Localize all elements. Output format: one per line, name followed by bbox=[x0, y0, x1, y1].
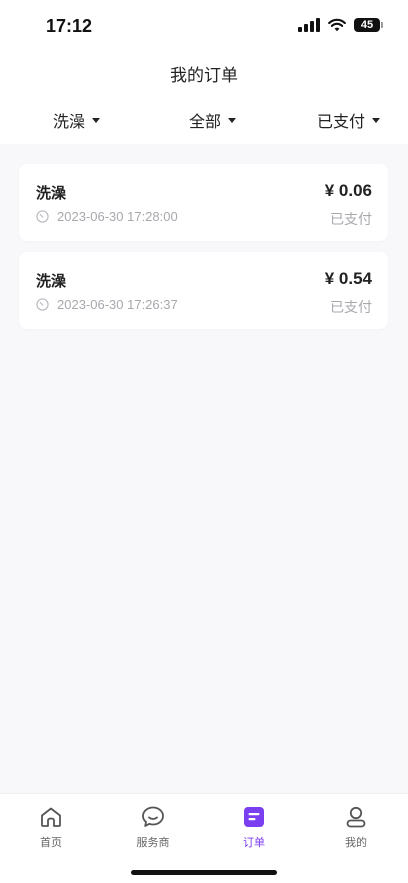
status-time: 17:12 bbox=[46, 16, 93, 36]
order-title: 洗澡 bbox=[36, 272, 67, 290]
status-bar: 17:12 45 bbox=[0, 0, 408, 50]
order-time: 2023-06-30 17:28:00 bbox=[36, 209, 178, 224]
clock-icon bbox=[36, 210, 49, 223]
order-card[interactable]: 洗澡 ¥ 0.06 2023-06-30 17:28:00 已支付 bbox=[19, 164, 388, 241]
tab-label: 服务商 bbox=[136, 836, 170, 849]
caret-down-icon bbox=[92, 117, 101, 123]
order-card[interactable]: 洗澡 ¥ 0.54 2023-06-30 17:26:37 已支付 bbox=[19, 252, 388, 329]
filter-label: 全部 bbox=[189, 112, 222, 131]
tab-service-provider[interactable]: 服务商 bbox=[118, 804, 188, 850]
chat-bubble-icon bbox=[142, 806, 164, 827]
tab-bar: 首页 服务商 订单 我的 bbox=[0, 793, 408, 883]
home-icon bbox=[41, 807, 61, 827]
clock-icon bbox=[36, 298, 49, 311]
tab-orders[interactable]: 订单 bbox=[219, 804, 289, 850]
filter-category-dropdown[interactable]: 全部 bbox=[189, 108, 237, 132]
tab-home[interactable]: 首页 bbox=[16, 804, 86, 850]
status-icons: 45 bbox=[298, 18, 383, 32]
caret-down-icon bbox=[372, 117, 381, 123]
order-time-text: 2023-06-30 17:28:00 bbox=[57, 209, 178, 224]
order-list: 洗澡 ¥ 0.06 2023-06-30 17:28:00 已支付 洗澡 ¥ 0… bbox=[19, 164, 388, 340]
filter-service-dropdown[interactable]: 洗澡 bbox=[53, 108, 101, 132]
page-title: 我的订单 bbox=[170, 65, 238, 86]
order-status: 已支付 bbox=[330, 212, 372, 228]
battery-level: 45 bbox=[360, 19, 374, 31]
order-status: 已支付 bbox=[330, 300, 372, 316]
battery-icon: 45 bbox=[354, 18, 383, 32]
filter-label: 已支付 bbox=[317, 112, 366, 131]
tab-label: 首页 bbox=[40, 836, 62, 849]
order-time: 2023-06-30 17:26:37 bbox=[36, 297, 178, 312]
screen: 17:12 45 我的订单 洗澡 全部 已支付 洗澡 ¥ 0.06 2023-0… bbox=[0, 0, 408, 883]
home-indicator bbox=[131, 870, 277, 875]
order-title: 洗澡 bbox=[36, 184, 67, 202]
caret-down-icon bbox=[228, 117, 237, 123]
wifi-icon bbox=[328, 18, 346, 32]
profile-icon bbox=[346, 806, 366, 828]
tab-label: 订单 bbox=[243, 836, 265, 849]
tab-profile[interactable]: 我的 bbox=[321, 804, 391, 850]
order-amount: ¥ 0.06 bbox=[324, 181, 372, 200]
order-time-text: 2023-06-30 17:26:37 bbox=[57, 297, 178, 312]
order-icon bbox=[244, 807, 264, 827]
order-amount: ¥ 0.54 bbox=[324, 269, 372, 288]
cellular-signal-icon bbox=[298, 18, 320, 32]
tab-label: 我的 bbox=[345, 836, 367, 849]
filter-label: 洗澡 bbox=[53, 112, 86, 131]
filter-bar: 洗澡 全部 已支付 bbox=[0, 96, 408, 144]
header: 我的订单 bbox=[0, 50, 408, 96]
filter-status-dropdown[interactable]: 已支付 bbox=[317, 108, 381, 132]
